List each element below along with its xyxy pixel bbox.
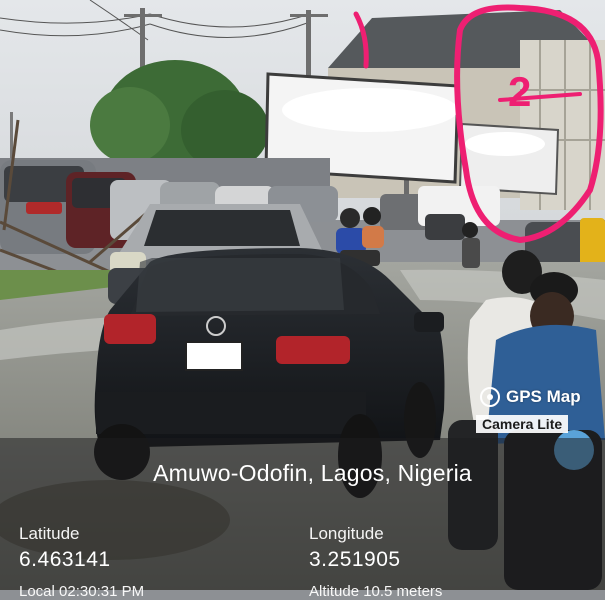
latitude-label: Latitude [19,524,80,543]
watermark-line1: GPS Map [506,387,581,406]
local-time-cutoff: Local 02:30:31 PM [19,583,145,600]
location-pin-icon [480,387,500,407]
annotation-2-label: 2 [508,68,531,115]
gps-address: Amuwo-Odofin, Lagos, Nigeria [153,460,472,486]
altitude-cutoff: Altitude 10.5 meters [309,583,443,600]
watermark-title: GPS Map [480,387,581,407]
watermark-line2: Camera Lite [476,415,569,433]
longitude-label: Longitude [309,524,384,543]
gps-camera-watermark: GPS Map Camera Lite [476,387,605,437]
gps-info-panel: Amuwo-Odofin, Lagos, Nigeria Latitude 6.… [0,438,605,600]
longitude-value: 3.251905 [309,548,401,571]
latitude-value: 6.463141 [19,548,111,571]
